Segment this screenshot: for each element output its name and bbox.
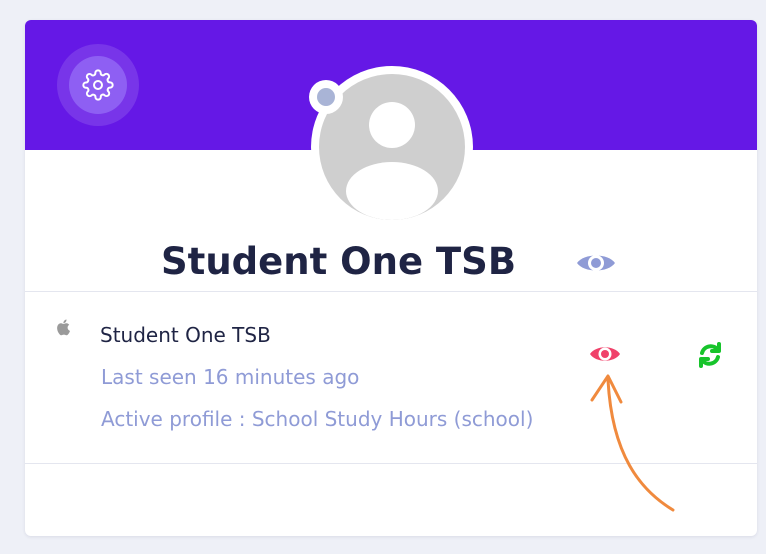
refresh-button[interactable] <box>696 341 724 369</box>
device-name: Student One TSB <box>100 323 271 347</box>
status-indicator-dot <box>317 88 335 106</box>
refresh-icon <box>699 342 721 368</box>
active-profile-text: Active profile : School Study Hours (sch… <box>101 407 534 431</box>
gear-icon <box>82 69 114 101</box>
view-device-button[interactable] <box>588 343 622 365</box>
eye-icon <box>590 347 620 361</box>
last-seen-text: Last seen 16 minutes ago <box>101 365 360 389</box>
student-profile-card: Student One TSB Student One TSB Last see… <box>25 20 757 536</box>
section-divider-top <box>25 291 757 292</box>
view-profile-button[interactable] <box>575 250 617 276</box>
profile-name: Student One TSB <box>161 240 517 283</box>
section-divider-bottom <box>25 463 757 464</box>
status-indicator <box>309 80 343 114</box>
eye-icon <box>577 255 615 271</box>
settings-button[interactable] <box>69 56 127 114</box>
apple-icon <box>57 319 70 336</box>
